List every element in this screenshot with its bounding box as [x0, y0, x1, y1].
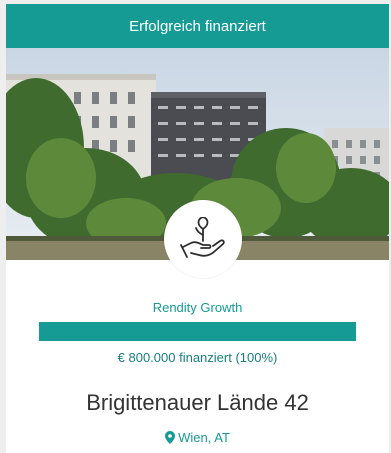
category-label: Rendity Growth [152, 300, 243, 315]
category-badge [164, 200, 242, 278]
funded-banner: Erfolgreich finanziert [6, 4, 389, 48]
map-pin-icon [165, 431, 176, 444]
funded-amount: € 800.000 finanziert (100%) [117, 350, 278, 365]
project-location-label: Wien, AT [178, 430, 230, 445]
funding-progress-fill [39, 322, 356, 341]
project-title[interactable]: Brigittenauer Lände 42 [6, 390, 389, 416]
funding-progress-bar [39, 322, 356, 341]
project-card[interactable]: Erfolgreich finanziert Rendity Growth € … [6, 4, 389, 453]
plant-in-hand-icon [180, 217, 225, 258]
funded-banner-label: Erfolgreich finanziert [129, 17, 266, 35]
project-location: Wien, AT [6, 430, 389, 445]
